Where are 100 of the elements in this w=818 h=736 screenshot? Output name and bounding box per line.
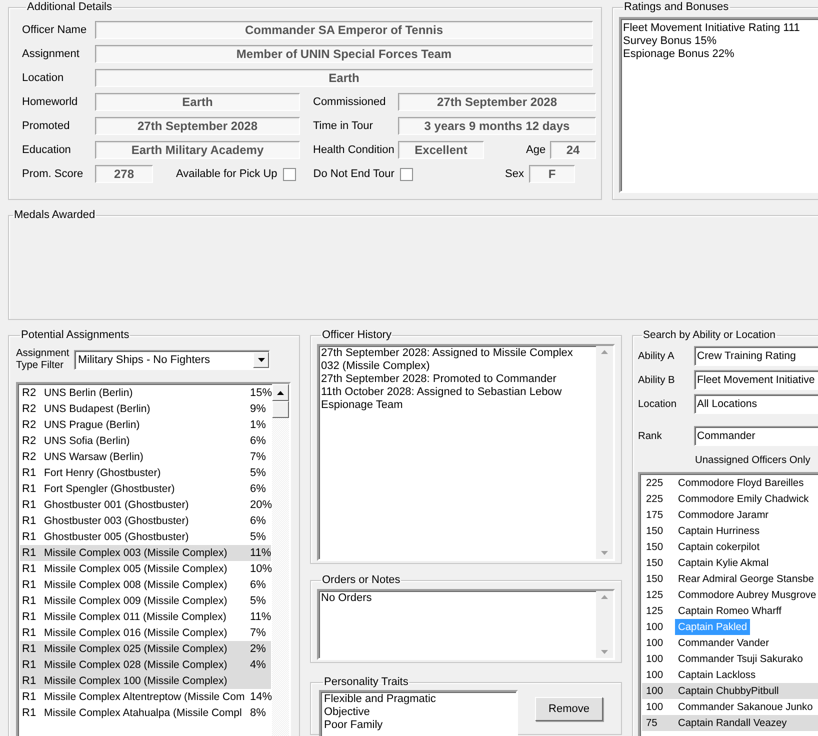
assignment-name: Missile Complex 028 (Missile Complex) — [44, 659, 228, 671]
officer-name[interactable]: Captain cokerpilot — [675, 539, 763, 555]
trait-item[interactable]: Poor Family — [324, 719, 513, 732]
rank-text: R1 — [21, 579, 38, 591]
checkbox[interactable] — [283, 168, 296, 180]
field-value: Earth — [95, 69, 593, 87]
assignment-name: Ghostbuster 005 (Ghostbuster) — [44, 531, 190, 543]
assignment-name: Missile Complex 100 (Missile Complex) — [44, 675, 228, 687]
scroll-up-icon — [601, 595, 608, 599]
assignment-row[interactable]: R2 UNS Prague (Berlin) 1% — [20, 417, 271, 433]
assignment-row[interactable]: R1 Ghostbuster 003 (Ghostbuster) 6% — [20, 513, 271, 529]
dropdown-field[interactable]: Crew Training Rating — [694, 346, 818, 366]
officer-row[interactable]: 225 Commodore Emily Chadwick — [642, 491, 818, 507]
remove-button[interactable]: Remove — [535, 697, 603, 721]
officer-name[interactable]: Captain Kylie Akmal — [675, 555, 772, 571]
officer-row[interactable]: 75 Captain Randall Veazey — [642, 715, 818, 731]
checkbox[interactable] — [400, 168, 414, 180]
assignment-list[interactable] — [16, 382, 291, 736]
assignment-name: UNS Prague (Berlin) — [44, 419, 141, 431]
officer-name[interactable]: Captain Hurriness — [675, 523, 763, 539]
trait-item[interactable]: Flexible and Pragmatic — [324, 693, 513, 706]
group-title: Potential Assignments — [20, 328, 130, 342]
dropdown-field[interactable]: All Locations — [694, 394, 818, 414]
assignment-row[interactable]: R1 Missile Complex 100 (Missile Complex) — [20, 673, 271, 689]
assignment-row[interactable]: R2 UNS Warsaw (Berlin) 7% — [20, 449, 271, 465]
assignment-row[interactable]: R1 Missile Complex 025 (Missile Complex) 2% — [20, 641, 271, 657]
assignment-row[interactable]: R1 Missile Complex 028 (Missile Complex) 4% — [20, 657, 271, 673]
officer-row[interactable]: 125 Commodore Aubrey Musgrove — [642, 587, 818, 603]
chance-text: 9% — [250, 403, 266, 415]
filter-dropdown[interactable]: Military Ships - No Fighters — [74, 350, 270, 370]
assignment-row[interactable]: R1 Missile Complex 003 (Missile Complex) 11% — [20, 545, 271, 561]
assignment-row[interactable]: R2 UNS Budapest (Berlin) 9% — [20, 401, 271, 417]
assignment-row[interactable]: R1 Missile Complex 016 (Missile Complex) 7% — [20, 625, 271, 641]
officer-row[interactable]: 225 Commodore Floyd Bareilles — [642, 475, 818, 491]
rank-text: R2 — [21, 451, 38, 463]
score-text: 100 — [645, 638, 664, 648]
officer-name[interactable]: Captain Romeo Wharff — [675, 603, 784, 619]
officer-row[interactable]: 150 Captain Kylie Akmal — [642, 555, 818, 571]
field-value: Earth Military Academy — [95, 141, 300, 159]
field-value: 3 years 9 months 12 days — [398, 117, 596, 135]
rank-text: R1 — [21, 483, 38, 495]
officer-name[interactable]: Rear Admiral George Stansbe — [675, 571, 817, 587]
scrollbar[interactable] — [272, 384, 289, 736]
assignment-row[interactable]: R1 Ghostbuster 005 (Ghostbuster) 5% — [20, 529, 271, 545]
scrollbar-thumb[interactable] — [272, 401, 289, 418]
assignment-name: Missile Complex Altentreptow (Missile Com — [44, 691, 246, 703]
history-text-area[interactable]: 27th September 2028: Assigned to Missile Complex 032 (Missile Complex) 27th September 2028: Promoted to Commander 11th October 2028: Assigned to Sebastian Lebow Espionage Team — [317, 344, 615, 561]
dropdown-arrow-icon[interactable] — [258, 358, 264, 362]
officer-list[interactable] — [638, 472, 818, 736]
dropdown-field[interactable]: Commander — [694, 426, 818, 446]
officer-name[interactable]: Captain Randall Veazey — [675, 715, 790, 731]
trait-item[interactable]: Objective — [324, 706, 513, 719]
officer-row[interactable]: 100 Commander Tsuji Sakurako — [642, 651, 818, 667]
assignment-row[interactable]: R1 Missile Complex 008 (Missile Complex) 6% — [20, 577, 271, 593]
chance-text: 8% — [250, 707, 266, 719]
chance-text: 6% — [250, 483, 266, 495]
field-label: Health Condition — [313, 144, 396, 156]
officer-name[interactable]: Commodore Floyd Bareilles — [675, 475, 807, 491]
officer-name[interactable]: Commodore Jaramr — [675, 507, 772, 523]
group-title: Orders or Notes — [321, 573, 402, 587]
assignment-name: UNS Berlin (Berlin) — [44, 387, 134, 399]
officer-row[interactable]: 100 Captain Lackloss — [642, 667, 818, 683]
dropdown-field[interactable]: Fleet Movement Initiative — [694, 370, 818, 390]
assignment-row[interactable]: R1 Missile Complex 005 (Missile Complex) 10% — [20, 561, 271, 577]
assignment-row[interactable]: R2 UNS Berlin (Berlin) 15% — [20, 385, 271, 401]
assignment-row[interactable]: R1 Ghostbuster 001 (Ghostbuster) 20% — [20, 497, 271, 513]
assignment-row[interactable]: R2 UNS Sofia (Berlin) 6% — [20, 433, 271, 449]
officer-name[interactable]: Commander Sakanoue Junko — [675, 699, 816, 715]
officer-name[interactable]: Commodore Aubrey Musgrove — [675, 587, 818, 603]
officer-name[interactable]: Captain Lackloss — [675, 667, 759, 683]
officer-row[interactable]: 175 Commodore Jaramr — [642, 507, 818, 523]
rank-text: R1 — [21, 515, 38, 527]
officer-name[interactable]: Commodore Emily Chadwick — [675, 491, 812, 507]
chance-text: 5% — [250, 467, 266, 479]
traits-list[interactable]: Flexible and Pragmatic Objective Poor Family — [319, 690, 518, 736]
officer-row[interactable]: 150 Rear Admiral George Stansbe — [642, 571, 818, 587]
assignment-row[interactable]: R1 Fort Spengler (Ghostbuster) 6% — [20, 481, 271, 497]
orders-text-area[interactable]: No Orders — [317, 589, 615, 660]
assignment-row[interactable]: R1 Missile Complex 011 (Missile Complex) 11% — [20, 609, 271, 625]
scroll-up-icon[interactable] — [277, 390, 284, 394]
officer-row[interactable]: 100 Captain Pakled — [642, 619, 818, 635]
filter-label: Assignment Type Filter — [16, 348, 70, 372]
rank-text: R1 — [21, 643, 38, 655]
officer-row[interactable]: 150 Captain cokerpilot — [642, 539, 818, 555]
officer-name[interactable]: Commander Vander — [675, 635, 772, 651]
rank-text: R1 — [21, 659, 38, 671]
officer-row[interactable]: 100 Commander Sakanoue Junko — [642, 699, 818, 715]
group-title: Officer History — [321, 328, 392, 342]
officer-row[interactable]: 125 Captain Romeo Wharff — [642, 603, 818, 619]
field-value: Excellent — [398, 141, 484, 159]
assignment-row[interactable]: R1 Missile Complex Altentreptow (Missile Com 14% — [20, 689, 271, 705]
officer-name[interactable]: Commander Tsuji Sakurako — [675, 651, 806, 667]
officer-name[interactable]: Captain ChubbyPitbull — [675, 683, 782, 699]
officer-row[interactable]: 100 Commander Vander — [642, 635, 818, 651]
officer-row[interactable]: 150 Captain Hurriness — [642, 523, 818, 539]
assignment-row[interactable]: R1 Missile Complex 009 (Missile Complex) 5% — [20, 593, 271, 609]
officer-row[interactable]: 100 Captain ChubbyPitbull — [642, 683, 818, 699]
assignment-row[interactable]: R1 Fort Henry (Ghostbuster) 5% — [20, 465, 271, 481]
scroll-up-icon — [601, 350, 608, 354]
assignment-row[interactable]: R1 Missile Complex Atahualpa (Missile Compl 8% — [20, 705, 271, 721]
